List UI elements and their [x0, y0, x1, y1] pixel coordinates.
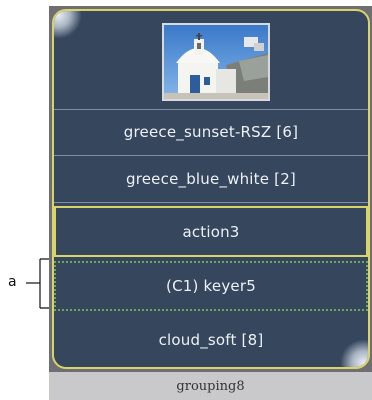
list-item-label: action3 — [182, 222, 240, 241]
list-item-greece-sunset[interactable]: greece_sunset-RSZ [6] — [54, 109, 368, 156]
list-item-cloud-soft[interactable]: cloud_soft [8] — [54, 316, 368, 363]
list-item-label: greece_sunset-RSZ [6] — [123, 123, 299, 141]
list-item-label: (C1) keyer5 — [166, 277, 256, 295]
group-stack-panel: greece_sunset-RSZ [6] greece_blue_white … — [52, 9, 370, 369]
group-name-bar[interactable]: grouping8 — [49, 372, 372, 400]
list-item-keyer5[interactable]: (C1) keyer5 — [54, 261, 368, 311]
list-item-label: cloud_soft [8] — [158, 330, 264, 349]
church-photo-thumbnail[interactable] — [162, 23, 270, 101]
list-item-label: greece_blue_white [2] — [126, 170, 296, 188]
thumbnail-row[interactable] — [54, 11, 368, 110]
group-name-label: grouping8 — [176, 378, 245, 394]
thumbnail-image — [164, 25, 268, 99]
list-item-action3[interactable]: action3 — [54, 206, 368, 257]
list-item-greece-blue-white[interactable]: greece_blue_white [2] — [54, 156, 368, 203]
